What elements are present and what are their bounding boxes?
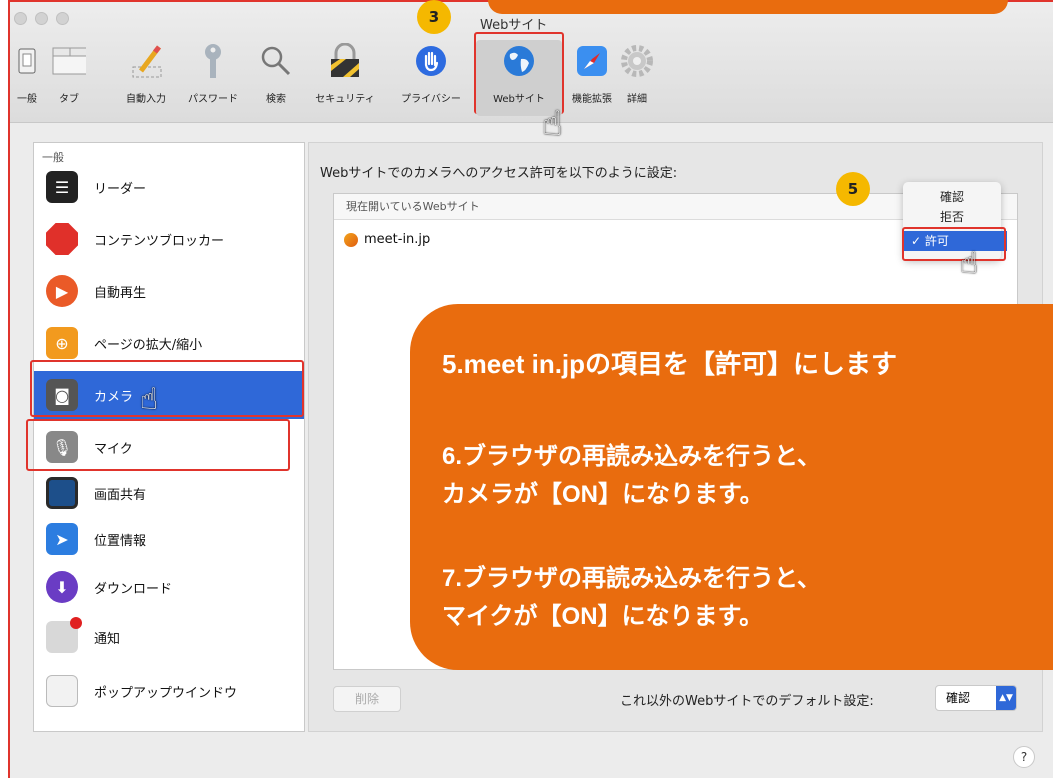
site-favicon-icon <box>344 232 358 247</box>
sidebar-item-notifications[interactable]: 通知 <box>34 613 304 661</box>
zoom-window-button[interactable] <box>56 12 69 25</box>
gear-icon <box>620 44 654 78</box>
toolbar-item-extensions[interactable]: 機能拡張 <box>566 40 618 116</box>
sidebar-item-screen-share[interactable]: 画面共有 <box>34 469 304 517</box>
default-setting-label: これ以外のWebサイトでのデフォルト設定: <box>620 694 874 709</box>
key-icon <box>196 44 230 78</box>
hand-icon <box>414 44 448 78</box>
default-setting-select[interactable]: 確認 ▲▼ <box>935 685 1017 711</box>
hand-cursor-icon: ☝ <box>960 246 979 281</box>
top-callout-bar <box>488 0 1008 14</box>
minimize-window-button[interactable] <box>35 12 48 25</box>
toolbar-item-search[interactable]: 検索 <box>258 40 294 116</box>
reader-icon: ☰ <box>46 171 78 203</box>
compass-icon <box>575 44 609 78</box>
sidebar-item-popups[interactable]: ポップアップウインドウ <box>34 667 304 715</box>
callout-line-5: マイクが【ON】になります。 <box>442 603 764 630</box>
popup-icon <box>46 675 78 707</box>
download-icon: ⬇ <box>46 571 78 603</box>
search-icon <box>259 44 293 78</box>
step-badge-3: 3 <box>417 0 451 34</box>
general-icon <box>10 44 44 78</box>
instruction-callout: 5.meet in.jpの項目を【許可】にします 6.ブラウザの再読み込みを行う… <box>410 304 1053 670</box>
toolbar-item-tabs[interactable]: タブ <box>48 40 90 116</box>
tabs-icon <box>52 44 86 78</box>
site-name: meet-in.jp <box>364 232 431 247</box>
camera-highlight <box>30 360 304 417</box>
toolbar-item-advanced[interactable]: 詳細 <box>620 40 654 116</box>
sidebar-item-content-blockers[interactable]: コンテンツブロッカー <box>34 215 304 263</box>
globe-icon <box>502 44 536 78</box>
permission-title: Webサイトでのカメラへのアクセス許可を以下のように設定: <box>320 166 678 181</box>
microphone-highlight <box>26 419 290 471</box>
toolbar-item-security[interactable]: セキュリティ <box>306 40 384 116</box>
delete-button[interactable]: 削除 <box>333 686 401 712</box>
sidebar-item-autoplay[interactable]: ▶ 自動再生 <box>34 267 304 315</box>
step-badge-5: 5 <box>836 172 870 206</box>
notification-icon <box>46 617 82 653</box>
toolbar-item-autofill[interactable]: 自動入力 <box>116 40 176 116</box>
zoom-icon: ⊕ <box>46 327 78 359</box>
toolbar-item-general[interactable]: 一般 <box>12 40 42 116</box>
toolbar-item-passwords[interactable]: パスワード <box>180 40 246 116</box>
callout-line-1: 5.meet in.jpの項目を【許可】にします <box>442 349 898 379</box>
window-title: Webサイト <box>480 18 548 33</box>
menu-item-deny[interactable]: 拒否 <box>903 207 1001 227</box>
allow-highlight <box>902 227 1006 261</box>
lock-icon <box>328 43 362 78</box>
site-row[interactable]: meet-in.jp <box>344 232 430 247</box>
sidebar-item-reader[interactable]: ☰ リーダー <box>34 163 304 211</box>
hand-cursor-icon: ☝ <box>140 382 159 417</box>
sidebar-item-downloads[interactable]: ⬇ ダウンロード <box>34 563 304 611</box>
sidebar-item-location[interactable]: ➤ 位置情報 <box>34 515 304 563</box>
menu-item-ask[interactable]: 確認 <box>903 187 1001 207</box>
pencil-icon <box>129 44 163 78</box>
hand-cursor-icon: ☝ <box>542 104 563 144</box>
callout-line-3: カメラが【ON】になります。 <box>442 481 764 508</box>
location-icon: ➤ <box>46 523 78 555</box>
toolbar-item-privacy[interactable]: プライバシー <box>397 40 465 116</box>
chevron-updown-icon: ▲▼ <box>996 686 1016 710</box>
screen-share-icon <box>46 477 78 509</box>
callout-line-2: 6.ブラウザの再読み込みを行うと、 <box>442 443 822 470</box>
callout-line-4: 7.ブラウザの再読み込みを行うと、 <box>442 565 822 592</box>
close-window-button[interactable] <box>14 12 27 25</box>
play-icon: ▶ <box>46 275 78 307</box>
stop-icon <box>46 223 78 255</box>
help-button[interactable]: ? <box>1013 746 1035 768</box>
